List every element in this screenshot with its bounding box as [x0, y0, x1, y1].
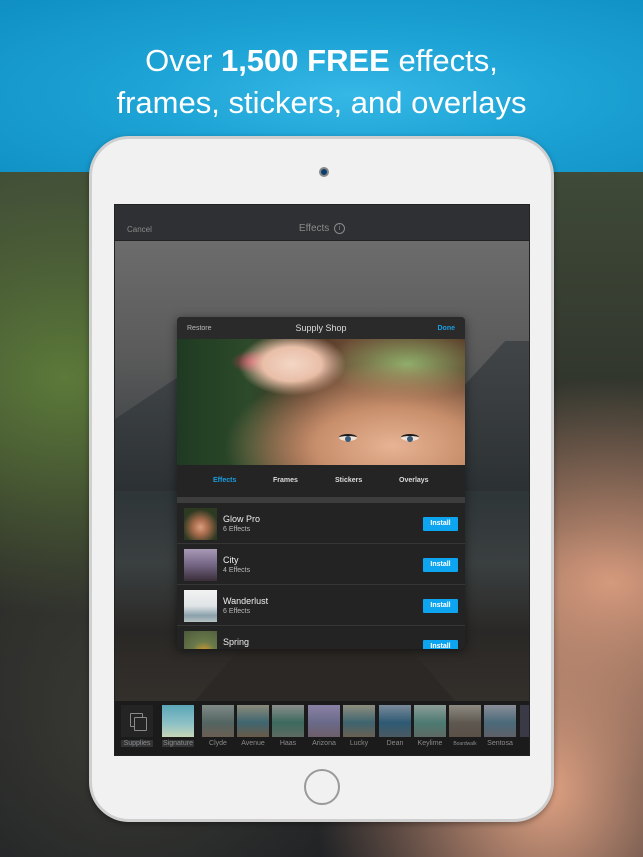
tab-overlays[interactable]: Overlays	[399, 477, 429, 484]
pack-name: Wanderlust	[223, 596, 269, 606]
category-tabs: Effects Frames Stickers Overlays	[177, 465, 465, 497]
install-button[interactable]: Install	[423, 640, 458, 649]
app-screen: Cancel Effects i Restore Supply Shop Don…	[114, 204, 530, 756]
install-button[interactable]: Install	[423, 558, 458, 572]
install-button[interactable]: Install	[423, 517, 458, 531]
home-button[interactable]	[304, 769, 340, 805]
pack-row-city[interactable]: City 4 Effects Install	[177, 544, 465, 585]
filter-thumbnail	[308, 705, 340, 737]
hero-eye-left	[339, 434, 357, 442]
filter-keylime[interactable]: Keylime	[414, 705, 446, 747]
filter-boardwalk[interactable]: Boardwalk	[449, 705, 481, 749]
pack-thumbnail	[184, 549, 217, 581]
pack-name: Spring	[223, 637, 250, 647]
hero-eye-right	[401, 434, 419, 442]
camera-icon	[319, 167, 329, 177]
dock	[195, 641, 455, 701]
pack-name: Glow Pro	[223, 514, 261, 524]
pack-thumbnail	[184, 590, 217, 622]
filter-supplies[interactable]: Supplies	[121, 705, 153, 747]
modal-header: Restore Supply Shop Done	[177, 317, 465, 339]
tab-effects[interactable]: Effects	[213, 477, 236, 484]
pack-row-glow-pro[interactable]: Glow Pro 6 Effects Install	[177, 503, 465, 544]
effects-nav-bar: Cancel Effects i	[115, 205, 529, 241]
hero-image	[177, 339, 465, 465]
headline-line-2: frames, stickers, and overlays	[116, 85, 527, 120]
pack-row-spring[interactable]: Spring 6 Effects Install	[177, 626, 465, 649]
filter-thumbnail	[520, 705, 529, 737]
filter-thumbnail	[484, 705, 516, 737]
filter-haas[interactable]: Haas	[272, 705, 304, 747]
install-button[interactable]: Install	[423, 599, 458, 613]
filter-signature[interactable]: Signature	[162, 705, 194, 747]
headline: Over 1,500 FREE effects, frames, sticker…	[0, 40, 643, 124]
pack-count: 6 Effects	[223, 526, 251, 533]
headline-line-1: Over 1,500 FREE effects,	[145, 43, 498, 78]
filter-thumbnail	[237, 705, 269, 737]
filter-thumbnail	[202, 705, 234, 737]
pack-thumbnail	[184, 631, 217, 649]
tab-frames[interactable]: Frames	[273, 477, 298, 484]
filter-avenue[interactable]: Avenue	[237, 705, 269, 747]
filter-partial[interactable]	[520, 705, 529, 737]
pack-row-wanderlust[interactable]: Wanderlust 6 Effects Install	[177, 585, 465, 626]
done-button[interactable]: Done	[438, 325, 456, 332]
filter-lucky[interactable]: Lucky	[343, 705, 375, 747]
pack-name: City	[223, 555, 239, 565]
tab-stickers[interactable]: Stickers	[335, 477, 362, 484]
pack-thumbnail	[184, 508, 217, 540]
filter-dean[interactable]: Dean	[379, 705, 411, 747]
ipad-frame: Cancel Effects i Restore Supply Shop Don…	[89, 136, 554, 822]
filter-thumbnail	[414, 705, 446, 737]
pack-count: 6 Effects	[223, 608, 251, 615]
supplies-icon	[121, 705, 153, 737]
filter-strip: Supplies Signature Clyde Avenue Haas Ari…	[115, 701, 529, 755]
filter-thumbnail	[162, 705, 194, 737]
info-icon[interactable]: i	[334, 223, 346, 234]
pack-list: Glow Pro 6 Effects Install City 4 Effect…	[177, 503, 465, 649]
modal-title: Supply Shop	[295, 323, 347, 333]
filter-thumbnail	[449, 705, 481, 737]
filter-sentosa[interactable]: Sentosa	[484, 705, 516, 747]
supply-shop-modal: Restore Supply Shop Done Effects Frames …	[177, 317, 465, 649]
filter-thumbnail	[343, 705, 375, 737]
filter-thumbnail	[272, 705, 304, 737]
nav-title: Effects i	[115, 223, 529, 234]
filter-arizona[interactable]: Arizona	[308, 705, 340, 747]
pack-count: 4 Effects	[223, 567, 251, 574]
filter-thumbnail	[379, 705, 411, 737]
filter-clyde[interactable]: Clyde	[202, 705, 234, 747]
